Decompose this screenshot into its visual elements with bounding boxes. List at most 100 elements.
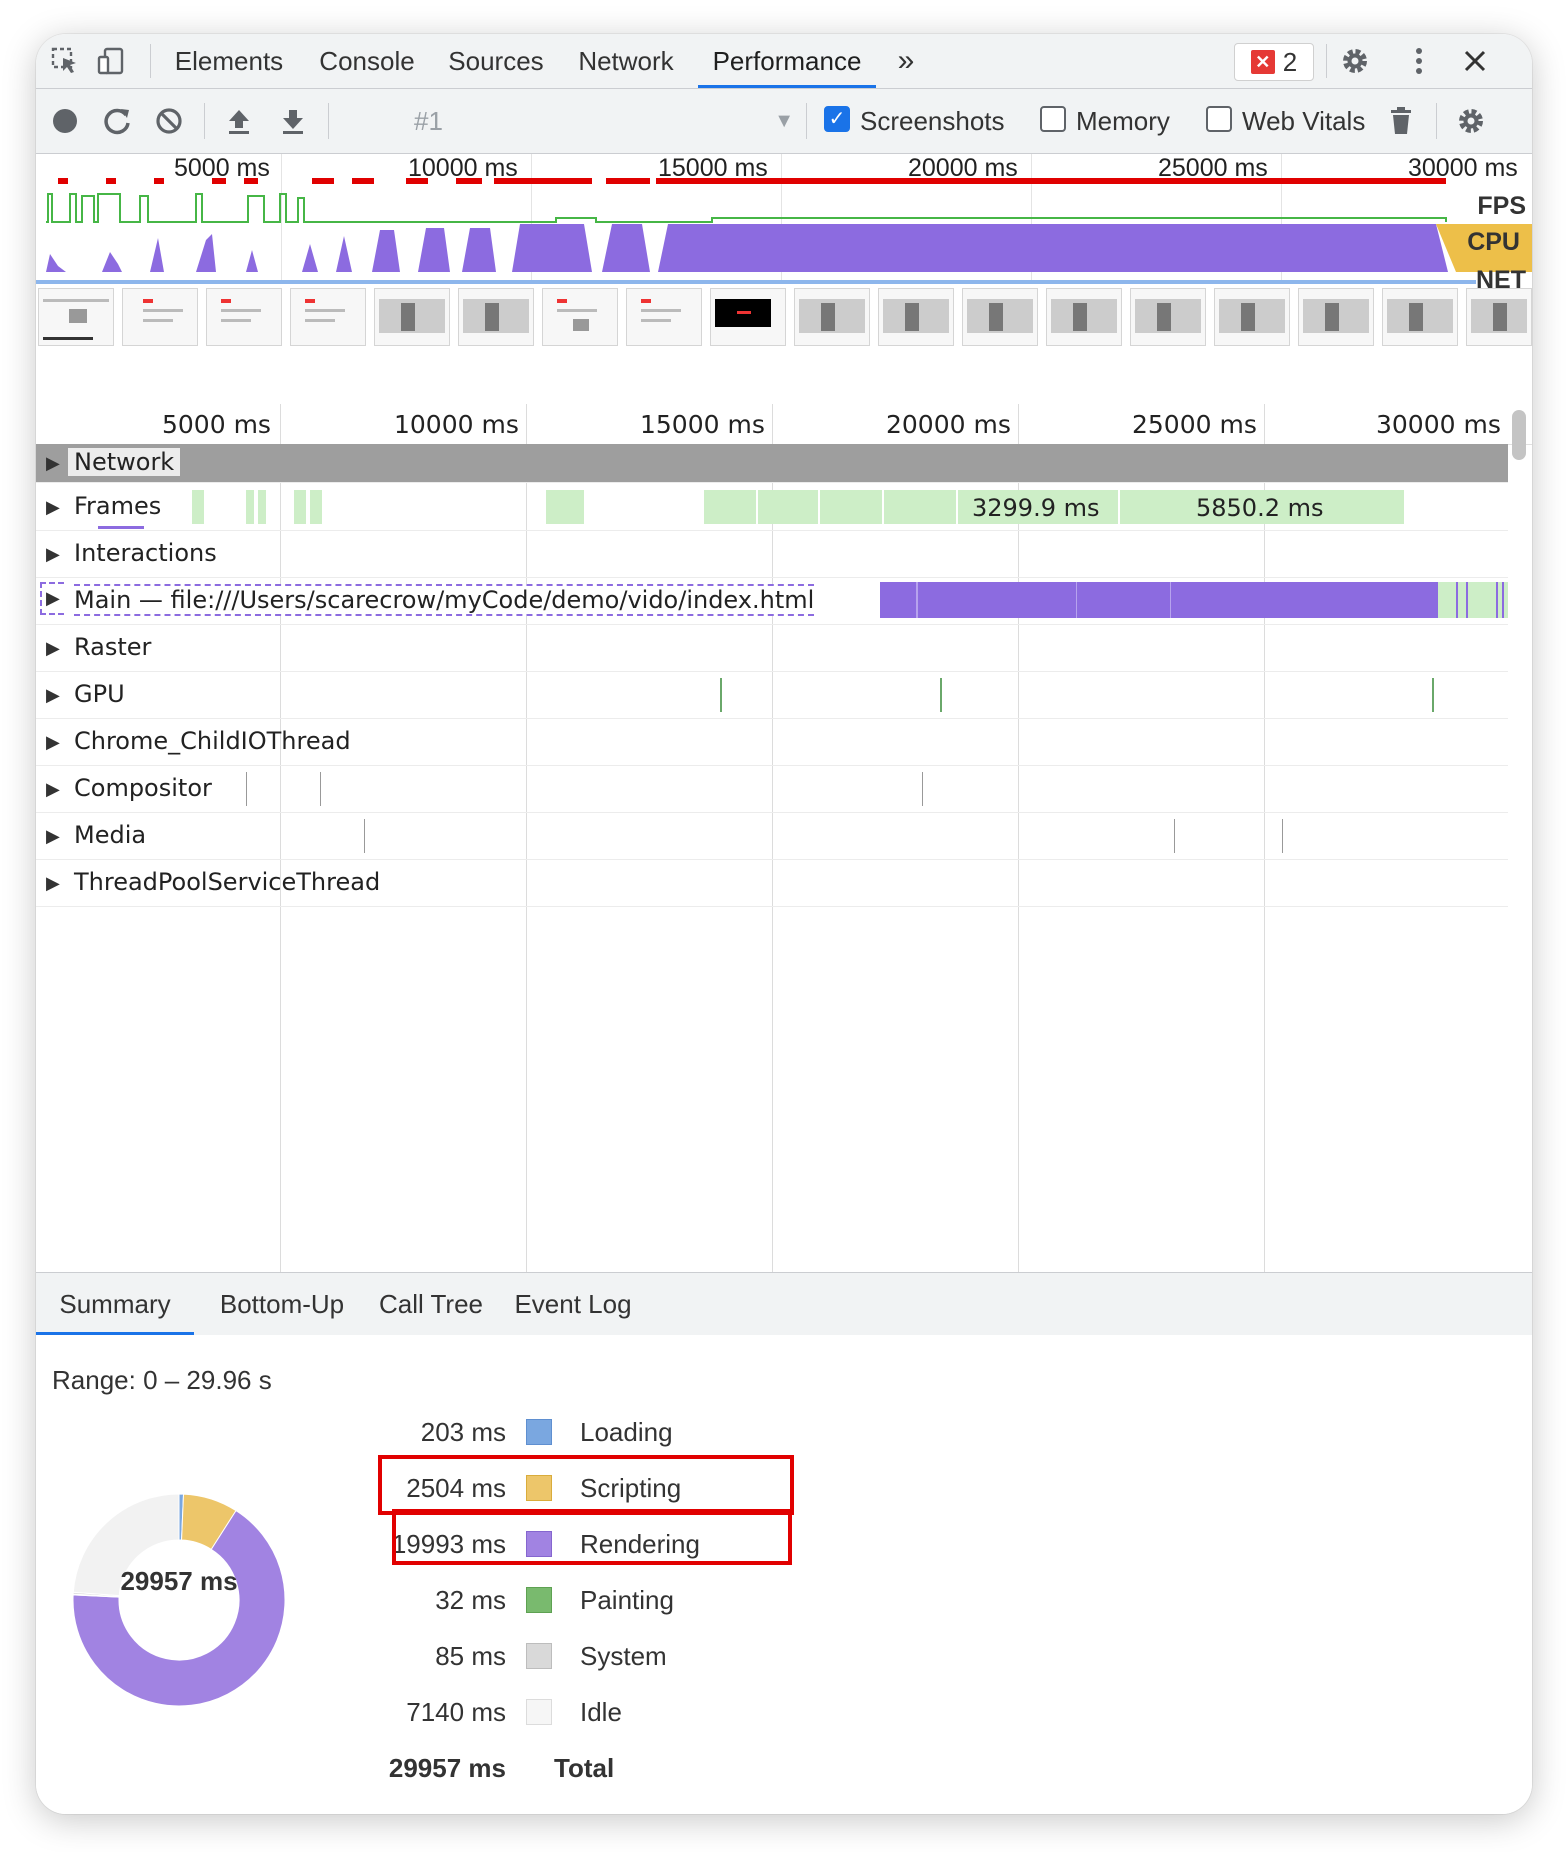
track-main[interactable]: ▶ Main — file:///Users/scarecrow/myCode/… xyxy=(36,578,1508,625)
screenshot-thumbnail[interactable] xyxy=(626,288,702,346)
expand-triangle-icon[interactable]: ▶ xyxy=(46,732,60,753)
gpu-event-mark xyxy=(940,678,942,712)
flame-chart[interactable]: 5000 ms 10000 ms 15000 ms 20000 ms 25000… xyxy=(36,404,1532,1272)
screenshot-thumbnail[interactable] xyxy=(38,288,114,346)
device-toolbar-icon[interactable] xyxy=(92,42,130,80)
legend-row-total: 29957 ms Total xyxy=(326,1747,786,1787)
flame-tick-label: 25000 ms xyxy=(1132,410,1257,439)
capture-settings-gear-icon[interactable] xyxy=(1452,102,1490,140)
track-label: Frames xyxy=(74,492,162,520)
expand-triangle-icon[interactable]: ▶ xyxy=(46,544,60,565)
timeline-overview[interactable]: 5000 ms 10000 ms 15000 ms 20000 ms 25000… xyxy=(36,154,1532,402)
screenshot-thumbnail[interactable] xyxy=(122,288,198,346)
toolbar-separator xyxy=(806,103,807,139)
compositor-event-mark xyxy=(922,772,923,806)
screenshot-thumbnail[interactable] xyxy=(1466,288,1532,346)
profile-select[interactable]: #1 ▼ xyxy=(414,102,794,140)
fps-line xyxy=(46,193,1447,223)
expand-triangle-icon[interactable]: ▶ xyxy=(46,453,60,474)
track-label: GPU xyxy=(74,680,125,708)
close-icon[interactable] xyxy=(1456,42,1494,80)
painting-swatch xyxy=(526,1587,552,1613)
compositor-event-mark xyxy=(246,772,247,806)
element-picker-icon[interactable] xyxy=(46,42,84,80)
tab-performance[interactable]: Performance xyxy=(698,34,876,88)
time-breakdown-donut xyxy=(72,1493,286,1707)
tab-network[interactable]: Network xyxy=(570,34,682,88)
track-label: Raster xyxy=(74,633,152,661)
track-threadpool-service-thread[interactable]: ▶ ThreadPoolServiceThread xyxy=(36,860,1508,907)
track-label: Network xyxy=(68,448,181,476)
system-value: 85 ms xyxy=(435,1641,506,1671)
tab-summary[interactable]: Summary xyxy=(36,1273,194,1335)
track-child-io-thread[interactable]: ▶ Chrome_ChildIOThread xyxy=(36,719,1508,766)
screenshot-thumbnail[interactable] xyxy=(794,288,870,346)
devtools-window: Elements Console Sources Network Perform… xyxy=(36,34,1532,1814)
expand-triangle-icon[interactable]: ▶ xyxy=(46,638,60,659)
painting-value: 32 ms xyxy=(435,1585,506,1615)
tab-elements[interactable]: Elements xyxy=(166,34,292,88)
idle-value: 7140 ms xyxy=(406,1697,506,1727)
loading-swatch xyxy=(526,1419,552,1445)
flame-scrollbar[interactable] xyxy=(1512,410,1526,460)
frame-duration-label: 3299.9 ms xyxy=(972,494,1100,522)
screenshot-thumbnail[interactable] xyxy=(1298,288,1374,346)
screenshot-thumbnail[interactable] xyxy=(374,288,450,346)
gpu-event-mark xyxy=(1432,678,1434,712)
screenshot-thumbnail[interactable] xyxy=(1046,288,1122,346)
expand-triangle-icon[interactable]: ▶ xyxy=(46,873,60,894)
expand-triangle-icon[interactable]: ▶ xyxy=(46,685,60,706)
long-frame-markers xyxy=(58,178,1446,184)
error-count-badge[interactable]: ✕ 2 xyxy=(1234,43,1314,81)
clear-icon[interactable] xyxy=(150,102,188,140)
tab-sources[interactable]: Sources xyxy=(442,34,550,88)
expand-triangle-icon[interactable]: ▶ xyxy=(46,826,60,847)
cpu-rendering-area xyxy=(46,224,1448,272)
tab-call-tree[interactable]: Call Tree xyxy=(370,1273,492,1335)
screenshot-thumbnail[interactable] xyxy=(710,288,786,346)
frames-selection-marker xyxy=(98,526,144,529)
expand-triangle-icon[interactable]: ▶ xyxy=(46,779,60,800)
expand-triangle-icon[interactable]: ▶ xyxy=(46,497,60,518)
track-raster[interactable]: ▶ Raster xyxy=(36,625,1508,672)
screenshot-thumbnail[interactable] xyxy=(962,288,1038,346)
track-gpu[interactable]: ▶ GPU xyxy=(36,672,1508,719)
scripting-highlight-box xyxy=(378,1455,794,1515)
tab-event-log[interactable]: Event Log xyxy=(506,1273,640,1335)
more-tabs-button[interactable]: » xyxy=(886,34,926,88)
idle-swatch xyxy=(526,1699,552,1725)
track-frames[interactable]: ▶ Frames 3299.9 ms 5850.2 ms xyxy=(36,484,1508,531)
loading-value: 203 ms xyxy=(420,1417,506,1447)
web-vitals-checkbox[interactable] xyxy=(1206,106,1232,132)
track-compositor[interactable]: ▶ Compositor xyxy=(36,766,1508,813)
track-interactions[interactable]: ▶ Interactions xyxy=(36,531,1508,578)
screenshot-thumbnail[interactable] xyxy=(290,288,366,346)
reload-record-icon[interactable] xyxy=(98,102,136,140)
kebab-menu-icon[interactable] xyxy=(1400,42,1438,80)
screenshot-thumbnail[interactable] xyxy=(1382,288,1458,346)
upload-profile-icon[interactable] xyxy=(220,102,258,140)
tab-console[interactable]: Console xyxy=(312,34,422,88)
settings-gear-icon[interactable] xyxy=(1336,42,1374,80)
track-label: Main — file:///Users/scarecrow/myCode/de… xyxy=(74,584,815,616)
tab-bottom-up[interactable]: Bottom-Up xyxy=(208,1273,356,1335)
screenshot-filmstrip[interactable] xyxy=(36,284,1532,352)
expand-triangle-icon[interactable]: ▶ xyxy=(40,582,64,615)
track-media[interactable]: ▶ Media xyxy=(36,813,1508,860)
screenshot-thumbnail[interactable] xyxy=(1130,288,1206,346)
record-icon[interactable] xyxy=(46,102,84,140)
screenshot-thumbnail[interactable] xyxy=(206,288,282,346)
download-profile-icon[interactable] xyxy=(274,102,312,140)
screenshot-thumbnail[interactable] xyxy=(458,288,534,346)
total-label: Total xyxy=(554,1753,615,1783)
screenshots-checkbox[interactable]: ✓ xyxy=(824,106,850,132)
screenshot-thumbnail[interactable] xyxy=(878,288,954,346)
screenshot-thumbnail[interactable] xyxy=(1214,288,1290,346)
memory-checkbox[interactable] xyxy=(1040,106,1066,132)
screenshot-thumbnail[interactable] xyxy=(542,288,618,346)
cpu-lane-label: CPU xyxy=(1461,228,1526,257)
screenshots-label: Screenshots xyxy=(860,106,1005,136)
trash-icon[interactable] xyxy=(1382,102,1420,140)
toolbar-separator xyxy=(204,103,205,139)
track-network[interactable]: ▶ Network xyxy=(36,444,1508,483)
